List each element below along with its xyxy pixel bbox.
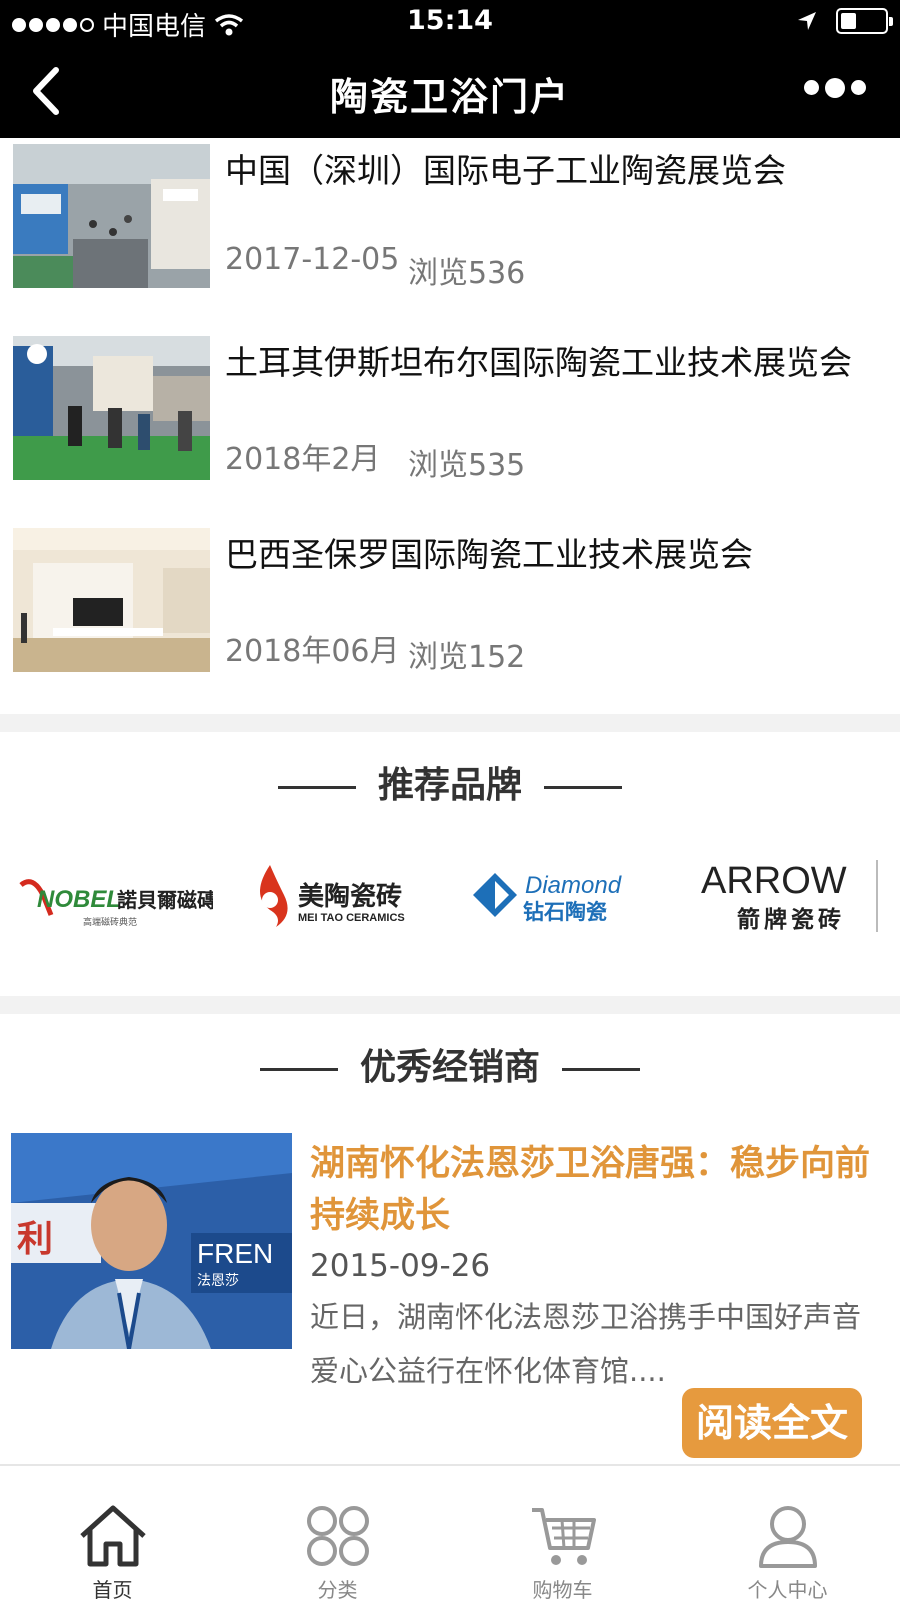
news-title: 中国（深圳）国际电子工业陶瓷展览会 — [225, 151, 786, 190]
clock: 15:14 — [407, 5, 493, 36]
svg-text:利: 利 — [17, 1219, 53, 1260]
svg-text:箭牌瓷砖: 箭牌瓷砖 — [737, 906, 845, 933]
location-arrow-icon — [798, 12, 816, 30]
section-divider — [0, 996, 900, 1014]
carousel-divider — [876, 860, 878, 932]
cart-icon — [532, 1508, 596, 1565]
svg-text:MEI TAO CERAMICS: MEI TAO CERAMICS — [298, 912, 405, 924]
brand-carousel[interactable]: NOBEL 諾貝爾磁磚 高端磁砖典范 美陶瓷砖 MEI TAO CERAMICS… — [0, 840, 900, 950]
meitao-logo-icon: 美陶瓷砖 MEI TAO CERAMICS — [260, 865, 405, 927]
svg-text:NOBEL: NOBEL — [37, 886, 121, 913]
news-views: 浏览536 — [408, 256, 526, 291]
svg-text:法恩莎: 法恩莎 — [197, 1273, 239, 1289]
svg-text:美陶瓷砖: 美陶瓷砖 — [298, 881, 402, 912]
dealer-article-title[interactable]: 湖南怀化法恩莎卫浴唐强：稳步向前 持续成长 — [310, 1138, 870, 1242]
news-date: 2018年2月 — [225, 442, 381, 477]
dealer-photo[interactable]: 利 FREN 法恩莎 — [11, 1133, 292, 1349]
section-divider — [0, 714, 900, 732]
battery-icon — [836, 8, 893, 34]
brand-logo-nobel[interactable]: NOBEL 諾貝爾磁磚 高端磁砖典范 — [10, 840, 215, 950]
read-full-article-button[interactable]: 阅读全文 — [682, 1388, 862, 1458]
news-thumbnail — [13, 336, 210, 480]
news-views: 浏览535 — [408, 448, 526, 483]
page-title: 陶瓷卫浴门户 — [329, 75, 570, 119]
svg-text:FREN: FREN — [197, 1238, 273, 1269]
dealer-article-excerpt: 近日，湖南怀化法恩莎卫浴携手中国好声音爱心公益行在怀化体育馆.... — [310, 1300, 862, 1388]
news-views: 浏览152 — [408, 640, 526, 675]
news-item[interactable]: 巴西圣保罗国际陶瓷工业技术展览会 2018年06月 浏览152 — [0, 522, 900, 682]
svg-text:钻石陶瓷: 钻石陶瓷 — [523, 900, 607, 924]
news-item[interactable]: 中国（深圳）国际电子工业陶瓷展览会 2017-12-05 浏览536 — [0, 138, 900, 298]
svg-text:Diamond: Diamond — [525, 872, 622, 899]
news-thumbnail — [13, 528, 210, 672]
more-dots-icon[interactable] — [804, 78, 866, 98]
user-icon — [759, 1506, 817, 1568]
news-title: 土耳其伊斯坦布尔国际陶瓷工业技术展览会 — [225, 343, 852, 382]
svg-text:高端磁砖典范: 高端磁砖典范 — [83, 916, 137, 928]
svg-text:諾貝爾磁磚: 諾貝爾磁磚 — [117, 888, 213, 912]
brands-section-title: 推荐品牌 — [0, 756, 900, 808]
news-thumbnail — [13, 144, 210, 288]
bottom-tab-bar: 首页 分类 购物车 个人中心 — [0, 1464, 900, 1600]
category-icon — [307, 1506, 369, 1566]
brand-logo-arrow[interactable]: ARROW 箭牌瓷砖 — [690, 840, 870, 950]
svg-text:ARROW: ARROW — [701, 860, 847, 902]
battery-level — [841, 13, 856, 29]
tab-cart[interactable]: 购物车 — [450, 1466, 675, 1600]
arrow-logo-icon: ARROW 箭牌瓷砖 — [701, 860, 847, 933]
tab-profile[interactable]: 个人中心 — [675, 1466, 900, 1600]
tab-label: 个人中心 — [747, 1578, 828, 1600]
tab-label: 首页 — [92, 1578, 133, 1600]
tab-category[interactable]: 分类 — [225, 1466, 450, 1600]
tab-label: 分类 — [317, 1578, 358, 1600]
news-date: 2017-12-05 — [225, 242, 400, 277]
news-item[interactable]: 土耳其伊斯坦布尔国际陶瓷工业技术展览会 2018年2月 浏览535 — [0, 330, 900, 490]
home-icon — [80, 1505, 146, 1567]
tab-label: 购物车 — [532, 1578, 593, 1600]
nobel-logo-icon: NOBEL 諾貝爾磁磚 高端磁砖典范 — [18, 879, 213, 928]
nav-bar: 陶瓷卫浴门户 — [0, 44, 900, 138]
brand-logo-diamond[interactable]: Diamond 钻石陶瓷 — [460, 840, 660, 950]
brand-logo-meitao[interactable]: 美陶瓷砖 MEI TAO CERAMICS — [235, 840, 435, 950]
dealer-article-date: 2015-09-26 — [310, 1248, 491, 1284]
tab-home[interactable]: 首页 — [0, 1466, 225, 1600]
diamond-logo-icon: Diamond 钻石陶瓷 — [473, 872, 622, 924]
news-title: 巴西圣保罗国际陶瓷工业技术展览会 — [225, 535, 753, 574]
dealers-section-title: 优秀经销商 — [0, 1038, 900, 1090]
news-date: 2018年06月 — [225, 634, 400, 669]
status-right — [796, 8, 893, 34]
status-bar: 中国电信 15:14 — [0, 0, 900, 44]
